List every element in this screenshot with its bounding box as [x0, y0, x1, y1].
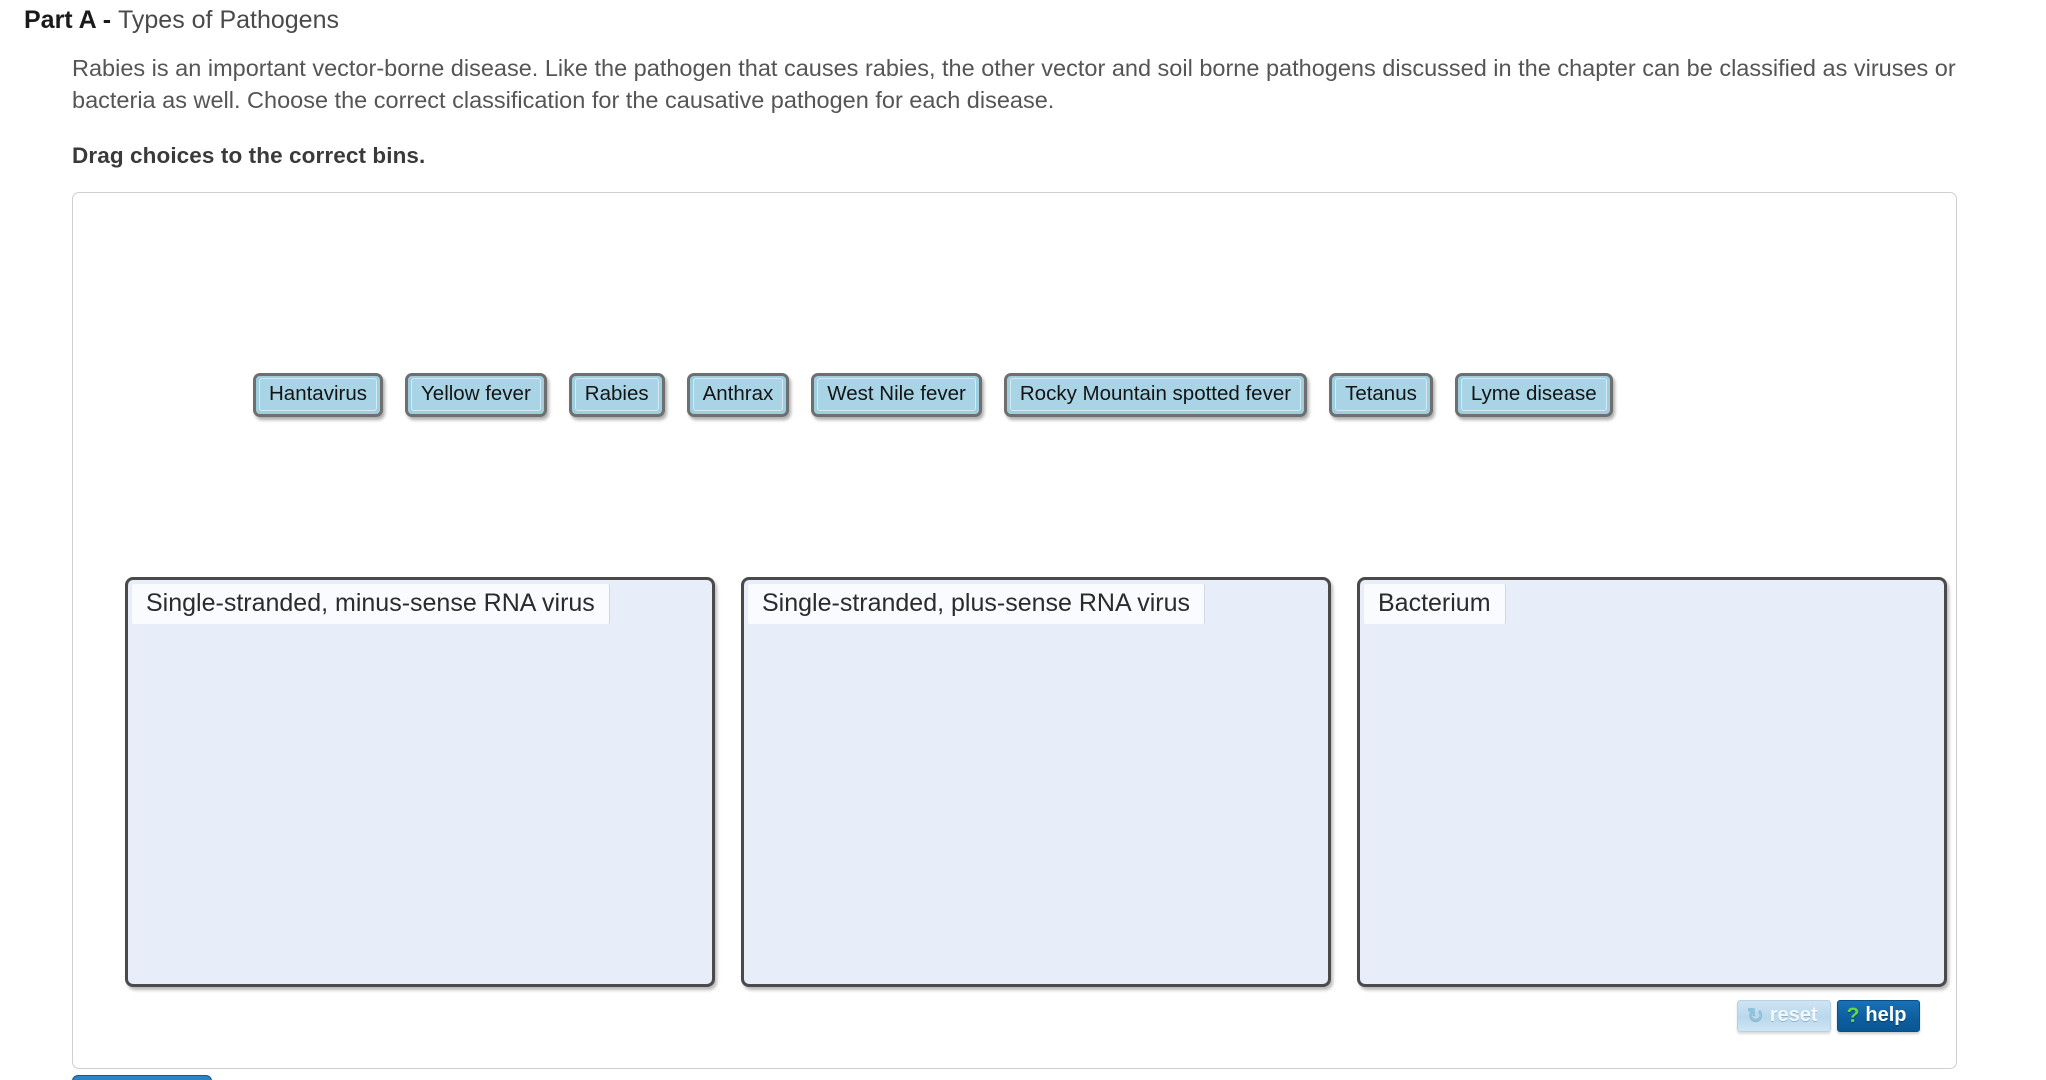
- drop-bin-body[interactable]: Bacterium: [1360, 580, 1944, 984]
- choice-chip-label: Rabies: [574, 378, 659, 411]
- reset-icon: ↻: [1747, 1004, 1764, 1027]
- drop-bin-body[interactable]: Single-stranded, minus-sense RNA virus: [128, 580, 712, 984]
- part-title: Types of Pathogens: [118, 6, 339, 34]
- choice-chip-label: Lyme disease: [1460, 378, 1607, 411]
- question-prompt: Rabies is an important vector-borne dise…: [72, 55, 1956, 113]
- drop-bin-body[interactable]: Single-stranded, plus-sense RNA virus: [744, 580, 1328, 984]
- choice-chip[interactable]: Anthrax: [686, 373, 790, 417]
- question-mark-icon: ?: [1846, 1003, 1860, 1027]
- choice-tray: Hantavirus Yellow fever Rabies Anthrax W…: [253, 373, 1613, 417]
- choice-chip[interactable]: Yellow fever: [405, 373, 547, 417]
- drop-bin-label: Bacterium: [1364, 584, 1506, 624]
- choice-chip-label: Rocky Mountain spotted fever: [1009, 378, 1302, 411]
- drop-bin[interactable]: Single-stranded, plus-sense RNA virus: [741, 577, 1331, 987]
- reset-button[interactable]: ↻ reset: [1737, 1000, 1831, 1032]
- choice-chip[interactable]: Rabies: [568, 373, 665, 417]
- choice-chip-label: Tetanus: [1335, 378, 1427, 411]
- reset-button-label: reset: [1769, 1004, 1818, 1026]
- submit-button[interactable]: [72, 1075, 212, 1080]
- drop-bin-label: Single-stranded, plus-sense RNA virus: [748, 584, 1205, 624]
- choice-chip[interactable]: Hantavirus: [253, 373, 383, 417]
- choice-chip[interactable]: Rocky Mountain spotted fever: [1003, 373, 1308, 417]
- drop-bin[interactable]: Single-stranded, minus-sense RNA virus: [125, 577, 715, 987]
- drop-bin[interactable]: Bacterium: [1357, 577, 1947, 987]
- choice-chip[interactable]: Tetanus: [1329, 373, 1433, 417]
- part-dash: -: [95, 6, 118, 34]
- tool-buttons: ↻ reset ? help: [1737, 1000, 1920, 1032]
- bins-row: Single-stranded, minus-sense RNA virus S…: [125, 577, 1947, 987]
- help-button-label: help: [1865, 1004, 1907, 1026]
- choice-chip-label: Hantavirus: [259, 378, 377, 411]
- drop-bin-label: Single-stranded, minus-sense RNA virus: [132, 584, 610, 624]
- page-title: Part A - Types of Pathogens: [24, 6, 339, 35]
- choice-chip-label: Yellow fever: [411, 378, 541, 411]
- help-button[interactable]: ? help: [1836, 1000, 1920, 1032]
- part-label: Part A: [24, 6, 96, 34]
- choice-chip[interactable]: West Nile fever: [811, 373, 982, 417]
- choice-chip-label: West Nile fever: [817, 378, 976, 411]
- exercise-page: Part A - Types of Pathogens Rabies is an…: [0, 0, 2046, 1080]
- choice-chip[interactable]: Lyme disease: [1454, 373, 1613, 417]
- choice-chip-label: Anthrax: [692, 378, 784, 411]
- drag-instruction: Drag choices to the correct bins.: [72, 143, 426, 168]
